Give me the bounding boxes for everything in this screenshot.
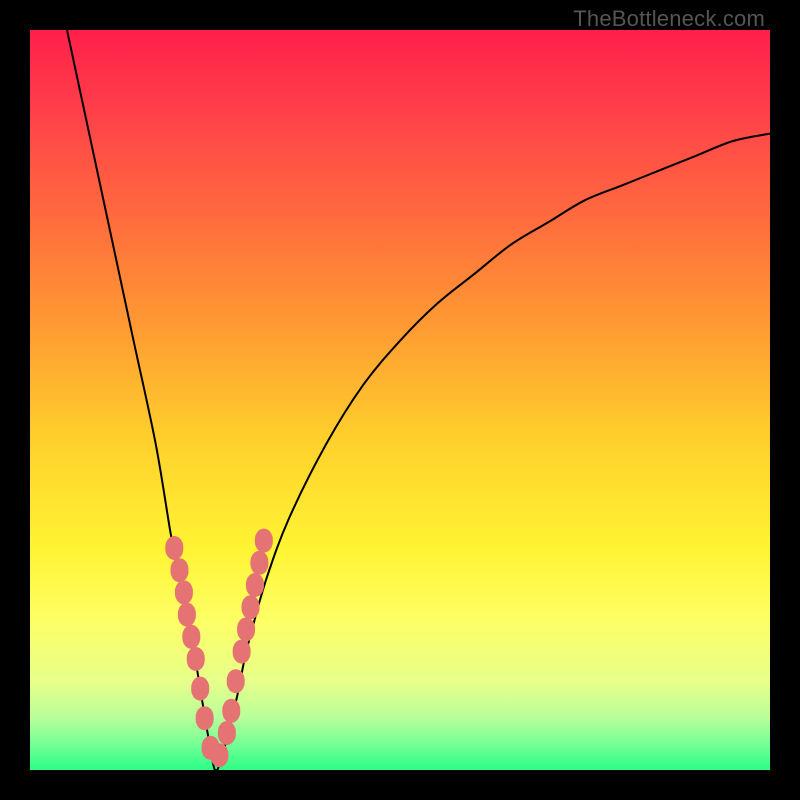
marker-point xyxy=(165,536,183,560)
marker-point xyxy=(191,677,209,701)
marker-point xyxy=(175,580,193,604)
watermark-text: TheBottleneck.com xyxy=(573,6,765,32)
curve-layer xyxy=(30,30,770,770)
marker-point xyxy=(182,625,200,649)
marker-point xyxy=(178,603,196,627)
highlighted-points xyxy=(165,529,273,768)
marker-point xyxy=(246,573,264,597)
marker-point xyxy=(222,699,240,723)
marker-point xyxy=(170,558,188,582)
plot-area xyxy=(30,30,770,770)
marker-point xyxy=(227,669,245,693)
marker-point xyxy=(255,529,273,553)
marker-point xyxy=(210,743,228,767)
marker-point xyxy=(233,640,251,664)
marker-point xyxy=(218,721,236,745)
marker-point xyxy=(242,595,260,619)
marker-point xyxy=(237,617,255,641)
marker-point xyxy=(187,647,205,671)
marker-point xyxy=(196,706,214,730)
chart-frame: TheBottleneck.com xyxy=(0,0,800,800)
marker-point xyxy=(250,551,268,575)
bottleneck-curve xyxy=(67,30,770,770)
